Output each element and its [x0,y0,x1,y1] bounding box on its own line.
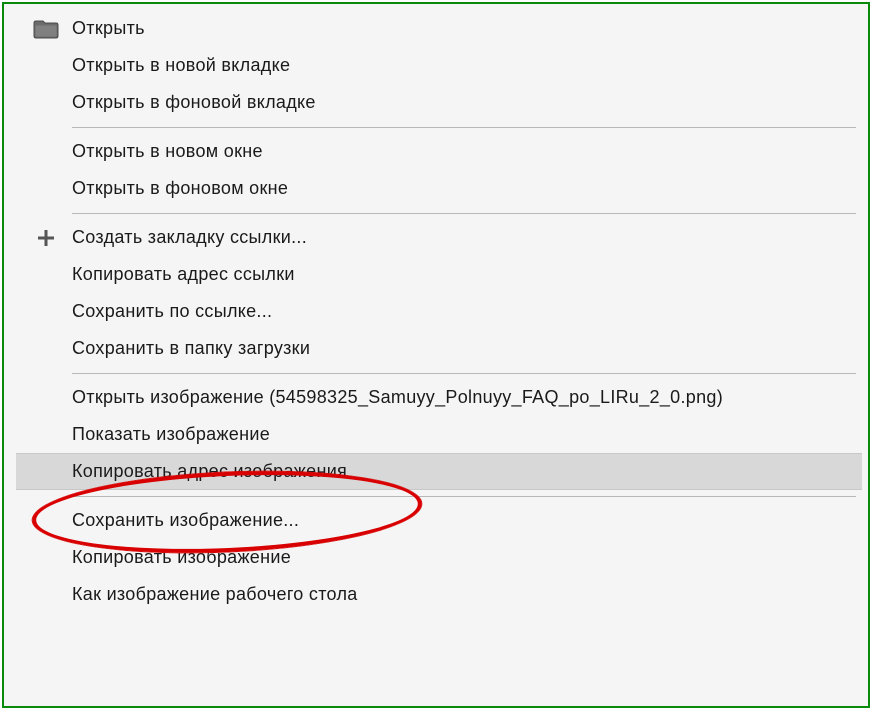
outer-frame: Открыть Открыть в новой вкладке Открыть в … [2,2,870,708]
menu-item-open-bg-tab[interactable]: Открыть в фоновой вкладке [16,84,862,121]
menu-item-copy-image[interactable]: Копировать изображение [16,539,862,576]
menu-item-open-bg-window[interactable]: Открыть в фоновом окне [16,170,862,207]
menu-separator [16,490,862,502]
menu-item-label: Сохранить по ссылке... [72,301,272,322]
menu-item-open-new-window[interactable]: Открыть в новом окне [16,133,862,170]
menu-item-copy-image-address[interactable]: Копировать адрес изображения [16,453,862,490]
menu-item-set-as-wallpaper[interactable]: Как изображение рабочего стола [16,576,862,613]
menu-item-label: Как изображение рабочего стола [72,584,358,605]
menu-item-label: Открыть изображение (54598325_Samuyy_Pol… [72,387,723,408]
folder-icon [32,18,60,40]
menu-item-save-to-downloads[interactable]: Сохранить в папку загрузки [16,330,862,367]
menu-separator [16,207,862,219]
menu-item-copy-link-address[interactable]: Копировать адрес ссылки [16,256,862,293]
menu-item-open[interactable]: Открыть [16,10,862,47]
menu-item-label: Копировать адрес изображения [72,461,347,482]
menu-item-label: Открыть в фоновой вкладке [72,92,316,113]
menu-item-save-image-as[interactable]: Сохранить изображение... [16,502,862,539]
plus-icon [32,227,60,249]
menu-item-label: Показать изображение [72,424,270,445]
menu-item-label: Открыть в новом окне [72,141,263,162]
menu-item-label: Открыть [72,18,145,39]
menu-item-label: Сохранить изображение... [72,510,299,531]
menu-item-label: Открыть в новой вкладке [72,55,290,76]
menu-item-label: Копировать адрес ссылки [72,264,295,285]
menu-item-label: Создать закладку ссылки... [72,227,307,248]
menu-separator [16,121,862,133]
menu-separator [16,367,862,379]
menu-item-label: Копировать изображение [72,547,291,568]
menu-item-open-image[interactable]: Открыть изображение (54598325_Samuyy_Pol… [16,379,862,416]
menu-item-open-new-tab[interactable]: Открыть в новой вкладке [16,47,862,84]
menu-item-label: Сохранить в папку загрузки [72,338,310,359]
menu-item-bookmark-link[interactable]: Создать закладку ссылки... [16,219,862,256]
menu-item-save-link-as[interactable]: Сохранить по ссылке... [16,293,862,330]
menu-item-label: Открыть в фоновом окне [72,178,288,199]
context-menu: Открыть Открыть в новой вкладке Открыть в … [16,10,862,700]
menu-item-show-image[interactable]: Показать изображение [16,416,862,453]
